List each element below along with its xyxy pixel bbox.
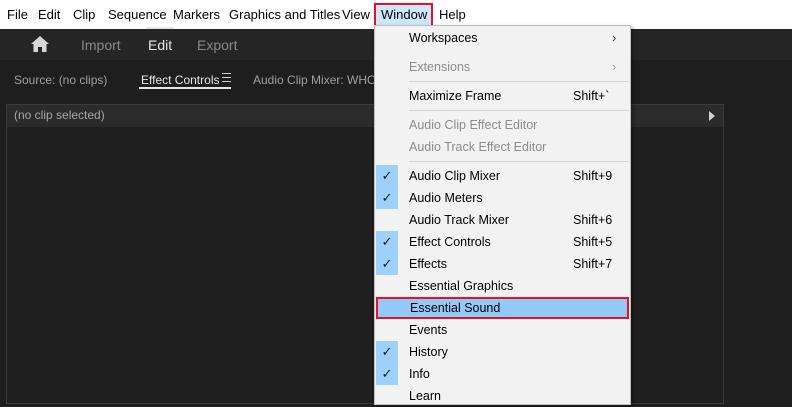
menu-markers[interactable]: Markers: [168, 3, 225, 27]
home-icon[interactable]: [30, 35, 50, 53]
menu-item-label: Effects: [409, 257, 447, 271]
expand-arrow-icon[interactable]: [709, 111, 715, 121]
menu-item-label: History: [409, 345, 448, 359]
menu-item-label: Workspaces: [409, 31, 478, 45]
menu-item-audio-clip-mixer[interactable]: ✓ Audio Clip Mixer Shift+9: [375, 165, 630, 187]
menu-item-label: Effect Controls: [409, 235, 491, 249]
menu-item-label: Audio Track Effect Editor: [409, 140, 547, 154]
menu-item-label: Extensions: [409, 60, 471, 74]
menu-item-audio-meters[interactable]: ✓ Audio Meters: [375, 187, 630, 209]
no-clip-label: (no clip selected): [14, 108, 105, 122]
menu-item-shortcut: Shift+7: [573, 257, 613, 271]
menu-item-label: Maximize Frame: [409, 89, 502, 103]
menu-item-label: Audio Clip Mixer: [409, 169, 501, 183]
menu-help[interactable]: Help: [434, 3, 471, 27]
tab-export[interactable]: Export: [197, 35, 237, 55]
tab-edit[interactable]: Edit: [148, 35, 172, 55]
checkmark-icon: ✓: [376, 253, 398, 275]
checkmark-icon: ✓: [376, 165, 398, 187]
menu-item-label: Audio Clip Effect Editor: [409, 118, 538, 132]
checkmark-icon: ✓: [376, 231, 398, 253]
submenu-arrow-icon: ›: [612, 59, 617, 74]
menu-item-learn[interactable]: Learn: [375, 385, 630, 407]
menu-item-audio-clip-effect-editor: Audio Clip Effect Editor: [375, 114, 630, 136]
menu-item-shortcut: Shift+5: [573, 235, 613, 249]
checkmark-icon: ✓: [376, 363, 398, 385]
menu-item-shortcut: Shift+6: [573, 213, 613, 227]
menu-item-label: Events: [409, 323, 448, 337]
menu-item-label: Essential Sound: [410, 301, 501, 315]
checkmark-icon: ✓: [376, 187, 398, 209]
menu-item-essential-sound[interactable]: Essential Sound: [376, 297, 629, 319]
menu-item-info[interactable]: ✓ Info: [375, 363, 630, 385]
menu-separator: [409, 161, 629, 162]
menu-clip[interactable]: Clip: [68, 3, 100, 27]
window-menu: Workspaces › Extensions › Maximize Frame…: [374, 25, 631, 405]
menu-item-maximize-frame[interactable]: Maximize Frame Shift+`: [375, 85, 630, 107]
panel-tab-indicator: [139, 87, 231, 89]
submenu-arrow-icon: ›: [612, 30, 617, 45]
menu-item-extensions: Extensions ›: [375, 56, 630, 78]
menu-item-label: Info: [409, 367, 430, 381]
menu-item-label: Audio Track Mixer: [409, 213, 510, 227]
menu-item-label: Learn: [409, 389, 441, 403]
menu-item-shortcut: Shift+9: [573, 169, 613, 183]
menu-item-label: Essential Graphics: [409, 279, 514, 293]
menu-window[interactable]: Window: [374, 3, 433, 27]
menu-view[interactable]: View: [337, 3, 375, 27]
menu-item-label: Audio Meters: [409, 191, 483, 205]
menu-item-audio-track-mixer[interactable]: Audio Track Mixer Shift+6: [375, 209, 630, 231]
menu-item-essential-graphics[interactable]: Essential Graphics: [375, 275, 630, 297]
menu-item-events[interactable]: Events: [375, 319, 630, 341]
menu-separator: [409, 110, 629, 111]
panel-menu-icon[interactable]: [222, 73, 231, 82]
panel-tab-audio-clip-mixer[interactable]: Audio Clip Mixer: WHOO: [253, 71, 386, 89]
menu-item-shortcut: Shift+`: [573, 89, 610, 103]
menu-separator: [409, 81, 629, 82]
checkmark-icon: ✓: [376, 341, 398, 363]
menu-sequence[interactable]: Sequence: [103, 3, 172, 27]
panel-tab-source[interactable]: Source: (no clips): [14, 71, 107, 89]
menu-item-workspaces[interactable]: Workspaces ›: [375, 27, 630, 49]
active-tab-indicator: [146, 27, 174, 29]
menu-item-history[interactable]: ✓ History: [375, 341, 630, 363]
menu-edit[interactable]: Edit: [33, 3, 65, 27]
menu-graphics-and-titles[interactable]: Graphics and Titles: [224, 3, 345, 27]
menu-file[interactable]: File: [2, 3, 33, 27]
menu-item-effect-controls[interactable]: ✓ Effect Controls Shift+5: [375, 231, 630, 253]
menu-item-effects[interactable]: ✓ Effects Shift+7: [375, 253, 630, 275]
menu-item-audio-track-effect-editor: Audio Track Effect Editor: [375, 136, 630, 158]
tab-import[interactable]: Import: [81, 35, 121, 55]
